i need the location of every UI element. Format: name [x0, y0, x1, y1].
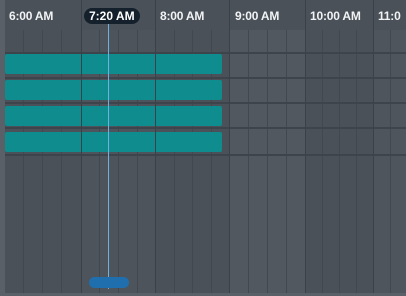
row-separator [5, 77, 406, 79]
row-separator [5, 127, 406, 129]
current-time-line [108, 24, 109, 289]
hour-gridline [305, 0, 306, 293]
hour-gridline [81, 0, 82, 293]
horizontal-scroll-thumb[interactable] [89, 277, 129, 288]
event-bar[interactable] [5, 132, 222, 152]
minor-gridline [356, 30, 357, 293]
hour-gridline [229, 0, 230, 293]
hour-gridline [373, 0, 374, 293]
minor-gridline [390, 30, 391, 293]
hour-label-6am: 6:00 AM [9, 9, 54, 23]
hour-label-10am: 10:00 AM [310, 9, 361, 23]
minor-gridline [267, 30, 268, 293]
event-bar[interactable] [5, 54, 222, 74]
event-bar[interactable] [5, 106, 222, 126]
scheduler-timeline-view: 6:00 AM 8:00 AM 9:00 AM 10:00 AM 11:0 7:… [0, 0, 406, 296]
minor-gridline [339, 30, 340, 293]
current-time-indicator: 7:20 AM [84, 8, 140, 24]
time-ruler[interactable]: 6:00 AM 8:00 AM 9:00 AM 10:00 AM 11:0 7:… [5, 0, 406, 30]
minor-gridline [322, 30, 323, 293]
row-separator [5, 154, 406, 156]
hour-label-8am: 8:00 AM [160, 9, 205, 23]
timeline-grid[interactable] [5, 30, 406, 293]
minor-gridline [286, 30, 287, 293]
row-separator [5, 102, 406, 104]
hour-label-9am: 9:00 AM [235, 9, 280, 23]
timeline-panel[interactable]: 6:00 AM 8:00 AM 9:00 AM 10:00 AM 11:0 7:… [5, 0, 406, 293]
event-bar[interactable] [5, 80, 222, 100]
hour-gridline [155, 0, 156, 293]
minor-gridline [248, 30, 249, 293]
hour-label-11am: 11:0 [378, 9, 401, 23]
